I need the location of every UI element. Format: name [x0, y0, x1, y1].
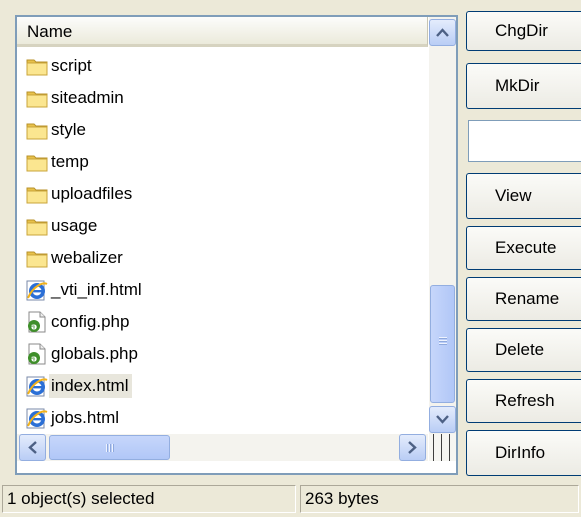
ie-html-icon	[25, 278, 49, 302]
folder-icon	[25, 150, 49, 174]
column-header-name[interactable]: Name	[17, 17, 428, 47]
folder-icon	[25, 182, 49, 206]
status-selection: 1 object(s) selected	[2, 485, 296, 513]
list-item[interactable]: jobs.html	[25, 403, 123, 433]
vertical-scrollbar[interactable]	[429, 17, 456, 434]
php-file-icon	[25, 310, 49, 334]
mkdir-button[interactable]: MkDir	[466, 63, 581, 109]
list-item[interactable]: config.php	[25, 307, 133, 337]
grip-icon	[439, 337, 447, 346]
scroll-left-button[interactable]	[19, 434, 46, 461]
grip-icon	[106, 444, 115, 452]
scroll-down-button[interactable]	[429, 406, 456, 433]
chgdir-button[interactable]: ChgDir	[466, 11, 581, 51]
file-rows: script siteadmin style temp uploadfiles …	[17, 51, 428, 434]
list-item-label: style	[51, 120, 86, 139]
php-file-icon	[25, 342, 49, 366]
delete-button[interactable]: Delete	[466, 328, 581, 372]
refresh-button[interactable]: Refresh	[466, 379, 581, 423]
list-item-label: uploadfiles	[51, 184, 133, 203]
chevron-right-icon	[408, 441, 417, 454]
chevron-down-icon	[436, 415, 449, 424]
chevron-left-icon	[28, 441, 37, 454]
resize-grip-icon[interactable]	[429, 434, 456, 461]
scroll-right-button[interactable]	[399, 434, 426, 461]
list-item[interactable]: usage	[25, 211, 101, 241]
file-list[interactable]: Name script siteadmin style temp uploadf…	[15, 15, 458, 475]
list-item[interactable]: uploadfiles	[25, 179, 136, 209]
list-item-label: config.php	[51, 312, 130, 331]
folder-icon	[25, 118, 49, 142]
list-item[interactable]: style	[25, 115, 90, 145]
ie-html-icon	[25, 374, 49, 398]
list-item-label: globals.php	[51, 344, 138, 363]
list-item[interactable]: temp	[25, 147, 93, 177]
list-item-label: index.html	[49, 374, 133, 398]
list-item[interactable]: script	[25, 51, 96, 81]
vertical-scroll-thumb[interactable]	[430, 285, 455, 403]
scroll-up-button[interactable]	[429, 19, 456, 46]
list-item[interactable]: webalizer	[25, 243, 127, 273]
column-header-label: Name	[27, 22, 73, 41]
list-item[interactable]: globals.php	[25, 339, 142, 369]
ie-html-icon	[25, 406, 49, 430]
list-item-label: usage	[51, 216, 98, 235]
status-bar: 1 object(s) selected 263 bytes	[0, 481, 581, 517]
horizontal-scroll-thumb[interactable]	[49, 435, 170, 460]
dirinfo-button[interactable]: DirInfo	[466, 430, 581, 476]
horizontal-scrollbar[interactable]	[17, 434, 428, 461]
status-size: 263 bytes	[300, 485, 579, 513]
execute-button[interactable]: Execute	[466, 226, 581, 270]
list-item-label: jobs.html	[51, 408, 120, 427]
list-item-label: siteadmin	[51, 88, 124, 107]
list-item[interactable]: siteadmin	[25, 83, 128, 113]
view-button[interactable]: View	[466, 173, 581, 219]
list-item-selected[interactable]: index.html	[25, 371, 133, 401]
folder-icon	[25, 214, 49, 238]
chevron-up-icon	[436, 28, 449, 37]
folder-icon	[25, 54, 49, 78]
directory-name-input[interactable]	[468, 120, 581, 162]
list-item-label: temp	[51, 152, 89, 171]
list-item[interactable]: _vti_inf.html	[25, 275, 146, 305]
list-item-label: script	[51, 56, 92, 75]
folder-icon	[25, 86, 49, 110]
rename-button[interactable]: Rename	[466, 277, 581, 321]
list-item-label: _vti_inf.html	[51, 280, 142, 299]
folder-icon	[25, 246, 49, 270]
list-item-label: webalizer	[51, 248, 123, 267]
